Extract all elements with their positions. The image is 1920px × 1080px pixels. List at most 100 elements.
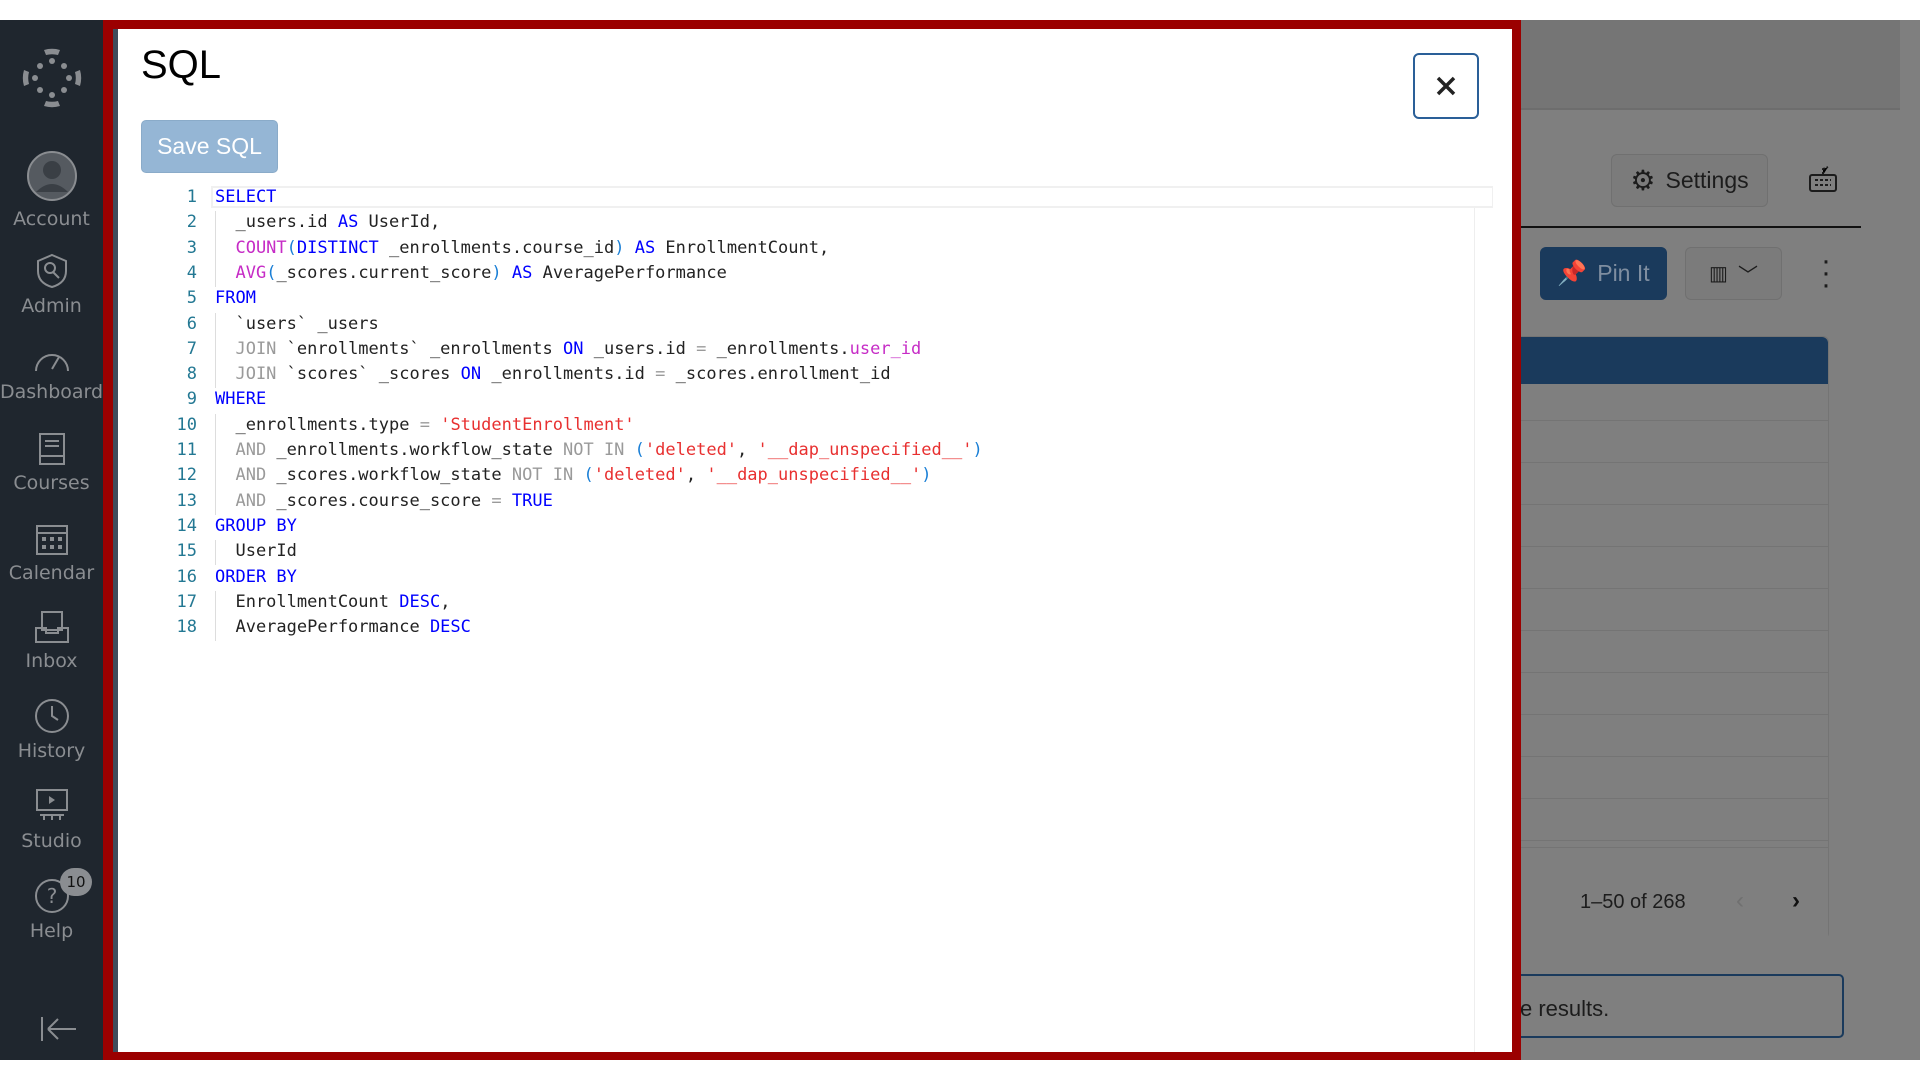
indent-guide bbox=[215, 312, 216, 389]
nav-label: History bbox=[17, 740, 86, 762]
code-token: EnrollmentCount, bbox=[655, 237, 830, 258]
code-token: , bbox=[737, 440, 758, 460]
chevron-left-icon[interactable]: ‹ bbox=[1736, 887, 1744, 915]
nav-courses[interactable]: Courses bbox=[0, 432, 103, 494]
code-token: '__dap_unspecified__' bbox=[757, 440, 973, 460]
collapse-nav-icon[interactable] bbox=[40, 1015, 78, 1043]
code-token: DESC bbox=[399, 591, 441, 612]
chart-type-dropdown[interactable]: ▥ ﹀ bbox=[1685, 247, 1782, 300]
code-token: JOIN bbox=[215, 338, 277, 359]
code-token: WHERE bbox=[215, 389, 267, 410]
code-token: ON bbox=[460, 364, 482, 385]
nav-studio[interactable]: Studio bbox=[0, 788, 103, 852]
nav-label: Dashboard bbox=[0, 381, 104, 403]
code-token: NOT IN bbox=[511, 465, 574, 486]
code-token: _users.id bbox=[215, 212, 338, 233]
code-token: AND bbox=[215, 465, 267, 486]
modal-title: SQL bbox=[141, 43, 222, 87]
code-token: JOIN bbox=[215, 364, 277, 385]
code-token: _enrollments.course_id bbox=[378, 237, 615, 258]
line-number: 11 bbox=[176, 440, 197, 460]
code-token: _scores.current_score bbox=[276, 262, 492, 283]
code-token: ) bbox=[491, 262, 502, 283]
code-token: _enrollments. bbox=[706, 338, 850, 359]
code-token: UserId bbox=[215, 541, 297, 562]
nav-label: Inbox bbox=[25, 650, 78, 672]
results-message: e results. bbox=[1506, 974, 1844, 1038]
code-token: 'deleted' bbox=[593, 465, 686, 486]
help-badge: 10 bbox=[60, 868, 92, 896]
dashboard-icon bbox=[34, 354, 69, 372]
code-line: JOIN `scores` _scores ON _enrollments.id… bbox=[215, 364, 891, 385]
global-nav-sidebar: Account Admin Dashboard Courses Calendar… bbox=[0, 20, 103, 1060]
indent-guide bbox=[215, 540, 216, 566]
code-token: _scores.course_score bbox=[266, 490, 492, 511]
close-button[interactable] bbox=[1413, 53, 1479, 119]
nav-label: Account bbox=[13, 208, 90, 230]
settings-button[interactable]: ⚙ Settings bbox=[1611, 154, 1768, 207]
line-number: 6 bbox=[186, 313, 197, 334]
code-token: ) bbox=[614, 237, 625, 258]
code-token: AveragePerformance bbox=[532, 262, 727, 283]
code-token: _enrollments.workflow_state bbox=[266, 440, 563, 460]
nav-dashboard[interactable]: Dashboard bbox=[0, 345, 103, 403]
line-number: 15 bbox=[176, 541, 197, 562]
code-token: ( bbox=[286, 237, 297, 258]
code-token: FROM bbox=[215, 288, 256, 309]
code-token: ( bbox=[634, 440, 645, 460]
nav-calendar[interactable]: Calendar bbox=[0, 522, 103, 584]
keyboard-icon[interactable] bbox=[1808, 166, 1838, 194]
nav-history[interactable]: History bbox=[0, 698, 103, 762]
nav-help[interactable]: ? Help 10 bbox=[0, 868, 103, 942]
code-token: AS bbox=[337, 212, 359, 233]
header-divider bbox=[1520, 226, 1861, 228]
code-line: _users.id AS UserId, bbox=[215, 212, 440, 232]
code-token: _enrollments.id bbox=[481, 364, 656, 385]
courses-icon bbox=[38, 433, 65, 465]
nav-label: Admin bbox=[21, 295, 82, 317]
code-token: DISTINCT bbox=[296, 237, 379, 258]
line-number: 13 bbox=[176, 490, 197, 511]
code-token: _scores.workflow_state bbox=[266, 465, 512, 486]
indent-guide bbox=[215, 413, 216, 515]
code-line: `users` _users bbox=[215, 314, 378, 334]
code-line: FROM bbox=[215, 288, 256, 308]
code-line: ORDER BY bbox=[215, 567, 297, 587]
nav-account[interactable]: Account bbox=[0, 150, 103, 230]
code-token: ON bbox=[563, 338, 584, 359]
code-token: _scores.enrollment_id bbox=[665, 364, 891, 385]
close-icon bbox=[1436, 76, 1456, 96]
code-token: _users.id bbox=[583, 338, 697, 359]
editor-scrollbar[interactable] bbox=[1474, 208, 1475, 1052]
code-line: COUNT(DISTINCT _enrollments.course_id) A… bbox=[215, 238, 829, 258]
code-token: EnrollmentCount bbox=[215, 591, 400, 612]
code-token: , bbox=[440, 591, 451, 612]
chevron-right-icon[interactable]: › bbox=[1792, 887, 1800, 915]
results-table: 1–50 of 268 ‹ › bbox=[1520, 336, 1829, 939]
active-line-highlight bbox=[211, 186, 1493, 208]
save-sql-button[interactable]: Save SQL bbox=[141, 120, 278, 173]
pin-it-button[interactable]: 📌 Pin It bbox=[1540, 247, 1667, 300]
canvas-logo-icon[interactable] bbox=[22, 48, 82, 108]
code-line: AveragePerformance DESC bbox=[215, 617, 470, 637]
code-line: AND _scores.workflow_state NOT IN ('dele… bbox=[215, 465, 931, 486]
pin-icon: 📌 bbox=[1557, 260, 1588, 287]
code-token: _enrollments.type bbox=[215, 414, 420, 435]
code-token: COUNT bbox=[215, 237, 287, 258]
admin-shield-icon bbox=[36, 253, 67, 289]
line-number: 12 bbox=[176, 465, 197, 486]
nav-inbox[interactable]: Inbox bbox=[0, 610, 103, 672]
sql-code-editor[interactable]: 1 SELECT 2 _users.id AS UserId, 3 COUNT(DIS… bbox=[141, 186, 1493, 1052]
page-header bbox=[1520, 20, 1900, 110]
line-number: 18 bbox=[176, 617, 197, 638]
code-token: 'deleted' bbox=[644, 440, 738, 460]
nav-admin[interactable]: Admin bbox=[0, 253, 103, 317]
code-line: AND _scores.course_score = TRUE bbox=[215, 490, 552, 511]
code-token: AS bbox=[634, 237, 656, 258]
code-line: UserId bbox=[215, 541, 297, 562]
more-options-icon[interactable]: · · · bbox=[1818, 246, 1834, 300]
